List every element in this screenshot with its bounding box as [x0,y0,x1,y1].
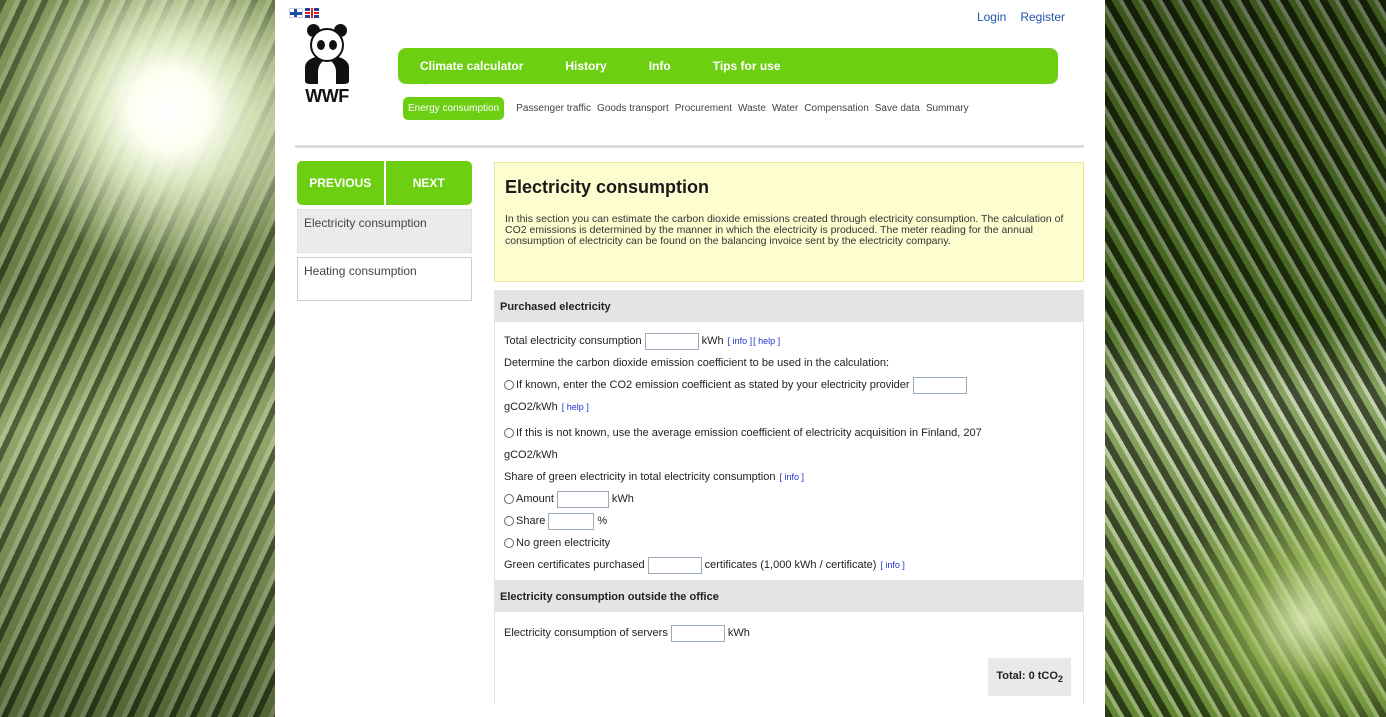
page-title: Electricity consumption [505,177,710,197]
panda-icon [302,22,352,84]
outside-office-heading: Electricity consumption outside the offi… [494,580,1084,612]
kwh-unit: kWh [701,335,724,347]
known-coefficient-unit: gCO2/kWh [504,401,558,413]
subnav-goods-transport[interactable]: Goods transport [597,103,669,114]
subnav-water[interactable]: Water [772,103,798,114]
subnav-waste[interactable]: Waste [738,103,766,114]
nav-tips-for-use[interactable]: Tips for use [713,59,781,73]
subnav-procurement[interactable]: Procurement [675,103,732,114]
info-link[interactable]: [ info ] [880,554,905,576]
certificates-input[interactable] [647,556,702,574]
english-flag-icon[interactable] [305,8,319,18]
purchased-electricity-form: Total electricity consumption kWh [ info… [494,322,1084,580]
logo-text: WWF [305,86,349,106]
login-link[interactable]: Login [977,10,1006,24]
info-link[interactable]: [ info ] [779,466,804,488]
coefficient-input[interactable] [912,376,967,394]
amount-radio[interactable] [504,494,514,504]
share-input[interactable] [548,512,595,530]
total-consumption-label: Total electricity consumption [504,335,642,347]
servers-label: Electricity consumption of servers [504,627,668,639]
nav-info[interactable]: Info [649,59,671,73]
finnish-flag-icon[interactable] [289,8,303,18]
nav-history[interactable]: History [565,59,606,73]
average-coefficient-label: If this is not known, use the average em… [516,427,982,439]
subnav-save-data[interactable]: Save data [875,103,920,114]
average-coefficient-unit: gCO2/kWh [504,449,558,461]
certificates-label: Green certificates purchased [504,559,645,571]
amount-label: Amount [516,493,554,505]
determine-text: Determine the carbon dioxide emission co… [504,357,890,369]
intro-box: Electricity consumption In this section … [494,162,1084,282]
info-link[interactable]: [ info ] [728,330,753,352]
share-label: Share [516,515,546,527]
header-divider [295,145,1084,148]
previous-button[interactable]: PREVIOUS [297,161,384,205]
forest-background-left [0,0,275,717]
known-coefficient-label: If known, enter the CO2 emission coeffic… [516,379,910,391]
help-link[interactable]: [ help ] [753,330,780,352]
register-link[interactable]: Register [1020,10,1065,24]
prev-next-group: PREVIOUS NEXT [297,161,472,205]
sub-nav: Energy consumption Passenger traffic Goo… [403,97,975,120]
page-container: Login Register WWF Climate calculator Hi… [275,0,1105,717]
purchased-electricity-heading: Purchased electricity [494,290,1084,322]
outside-office-form: Electricity consumption of servers kWh T… [494,612,1084,704]
language-selector [289,8,319,18]
sidebar: PREVIOUS NEXT Electricity consumption He… [297,161,472,301]
amount-input[interactable] [556,490,609,508]
no-green-label: No green electricity [516,537,611,549]
known-coefficient-radio[interactable] [504,380,514,390]
subnav-summary[interactable]: Summary [926,103,969,114]
help-link[interactable]: [ help ] [562,396,589,418]
top-links: Login Register [977,10,1065,24]
wwf-logo[interactable]: WWF [297,22,357,122]
share-radio[interactable] [504,516,514,526]
total-subscript: 2 [1057,674,1063,684]
percent-unit: % [597,515,608,527]
nav-climate-calculator[interactable]: Climate calculator [420,59,523,85]
total-label: Total: 0 tCO [996,669,1058,682]
certificates-unit: certificates (1,000 kWh / certificate) [704,559,877,571]
sidebar-item-heating[interactable]: Heating consumption [297,257,472,301]
forest-background-right [1105,0,1386,717]
green-share-label: Share of green electricity in total elec… [504,471,776,483]
main-content: Electricity consumption In this section … [494,162,1084,704]
total-consumption-input[interactable] [644,332,699,350]
intro-text: In this section you can estimate the car… [505,213,1064,247]
average-coefficient-radio[interactable] [504,428,514,438]
subnav-compensation[interactable]: Compensation [804,103,868,114]
subnav-passenger-traffic[interactable]: Passenger traffic [516,103,591,114]
total-emissions: Total: 0 tCO2 [988,657,1071,696]
amount-unit: kWh [611,493,634,505]
servers-unit: kWh [727,627,750,639]
no-green-radio[interactable] [504,538,514,548]
sidebar-item-electricity[interactable]: Electricity consumption [297,209,472,253]
main-nav: Climate calculator History Info Tips for… [398,48,1058,85]
servers-input[interactable] [670,624,725,642]
subnav-energy-consumption[interactable]: Energy consumption [403,97,505,120]
next-button[interactable]: NEXT [383,161,472,205]
